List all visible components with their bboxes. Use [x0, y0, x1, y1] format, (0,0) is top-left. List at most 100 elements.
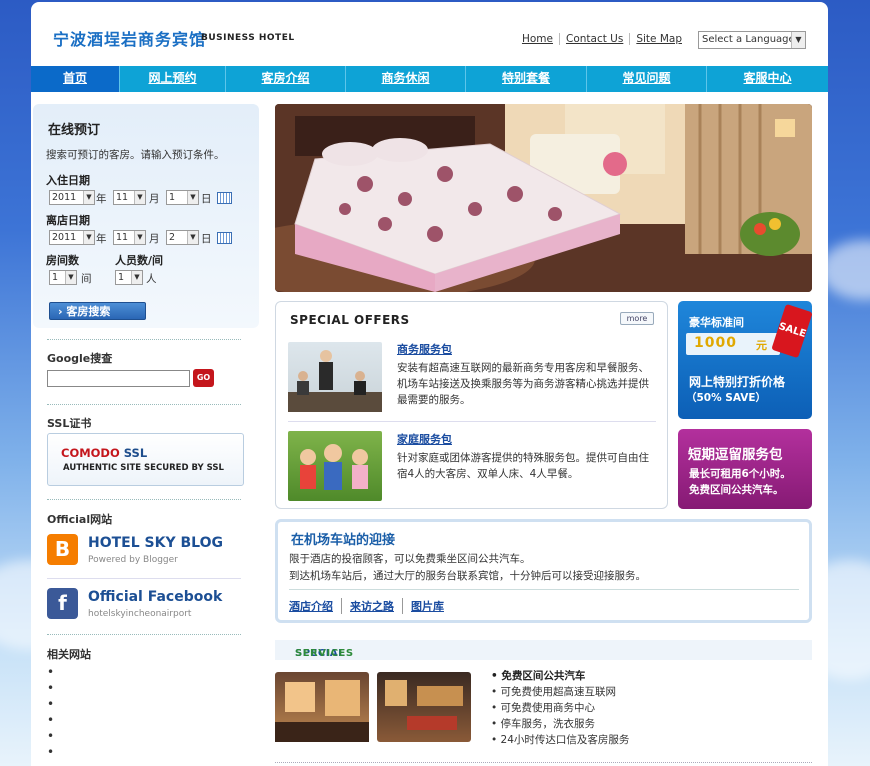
list-item[interactable]: •	[47, 680, 54, 696]
special-services-header: SPECIAL SERVICES	[275, 640, 812, 660]
related-list: • • • • • •	[47, 664, 54, 760]
nav-packages[interactable]: 特别套餐	[466, 66, 587, 92]
list-item: • 停车服务，洗衣服务	[491, 718, 596, 730]
gallery-link[interactable]: 图片库	[402, 598, 452, 614]
checkin-day-select[interactable]: 1 ▼	[166, 190, 199, 205]
related-title: 相关网站	[47, 648, 91, 661]
booking-title: 在线预订	[48, 123, 101, 138]
business-photo	[288, 342, 382, 412]
nav-business[interactable]: 商务休闲	[346, 66, 466, 92]
site-logo[interactable]: 宁波酒埕岩商务宾馆	[53, 26, 206, 50]
list-item: • 可免费使用超高速互联网	[491, 686, 617, 698]
google-go-button[interactable]: GO	[193, 369, 214, 387]
calendar-icon[interactable]	[217, 232, 232, 244]
directions-link[interactable]: 来访之路	[341, 598, 402, 614]
special-offers-panel: SPECIAL OFFERS more 商务服务包 安装有超高速互联网的最新商务…	[275, 301, 668, 509]
offer-text-business: 安装有超高速互联网的最新商务专用客房和早餐服务、机场车站接送及换乘服务等为商务游…	[397, 362, 649, 406]
left-sidebar: 在线预订 搜索可预订的客房。请输入预订条件。 入住日期 2011 ▼ 年 11 ▼ …	[31, 104, 259, 766]
short-stay-promo[interactable]: 短期逗留服务包 最长可租用6个小时。 免费区间公共汽车。	[678, 429, 812, 509]
offers-title: SPECIAL OFFERS	[290, 313, 410, 327]
offer-title-family[interactable]: 家庭服务包	[397, 431, 452, 447]
family-photo	[288, 431, 382, 501]
checkout-month-select[interactable]: 11 ▼	[113, 230, 146, 245]
checkout-label: 离店日期	[46, 214, 90, 227]
checkout-year-select[interactable]: 2011 ▼	[49, 230, 95, 245]
list-item: • 可免费使用商务中心	[491, 702, 596, 714]
blogger-icon: B	[47, 534, 78, 565]
chevron-down-icon: ▼	[65, 271, 76, 284]
divider	[275, 762, 812, 763]
list-item: • 24小时传达口信及客房服务	[491, 734, 630, 746]
nav-faq[interactable]: 常见问题	[587, 66, 707, 92]
airport-text: 限于酒店的投宿顾客，可以免费乘坐区间公共汽车。 到达机场车站后，通过大厅的服务台…	[289, 553, 646, 582]
checkin-label: 入住日期	[46, 174, 90, 187]
rooms-label: 房间数	[46, 254, 79, 267]
people-select[interactable]: 1 ▼	[115, 270, 143, 285]
offer-title-business[interactable]: 商务服务包	[397, 341, 452, 357]
home-link[interactable]: Home	[516, 33, 559, 45]
divider	[47, 578, 241, 579]
divider	[47, 499, 241, 500]
airport-links: 酒店介绍 来访之路 图片库	[289, 598, 452, 614]
chevron-down-icon: ▼	[134, 191, 145, 204]
deluxe-room-promo[interactable]: 豪华标准间 1000 元 SALE 网上特别打折价格 （50% SAVE）	[678, 301, 813, 419]
list-item[interactable]: •	[47, 712, 54, 728]
divider	[47, 634, 241, 635]
rooms-select[interactable]: 1 ▼	[49, 270, 77, 285]
checkin-year-select[interactable]: 2011 ▼	[49, 190, 95, 205]
nav-rooms[interactable]: 客房介绍	[226, 66, 346, 92]
sale-tag-icon: SALE	[771, 303, 813, 359]
divider	[47, 404, 241, 405]
lobby-photo	[275, 672, 369, 742]
main-nav: 首页 网上预约 客房介绍 商务休闲 特别套餐 常见问题 客服中心	[31, 66, 828, 92]
chevron-down-icon: ▼	[134, 231, 145, 244]
official-title: Official网站	[47, 513, 113, 526]
offer-text-family: 针对家庭或团体游客提供的特殊服务包。提供可自由住宿4人的大客房、双单人床、4人早…	[397, 452, 649, 480]
list-item[interactable]: •	[47, 696, 54, 712]
booking-panel: 在线预订 搜索可预订的客房。请输入预订条件。 入住日期 2011 ▼ 年 11 ▼ …	[33, 104, 259, 328]
hero-room-photo	[275, 104, 812, 292]
blog-link[interactable]: B HOTEL SKY BLOG Powered by Blogger	[47, 534, 244, 572]
checkout-day-select[interactable]: 2 ▼	[166, 230, 199, 245]
sitemap-link[interactable]: Site Map	[629, 33, 688, 45]
nav-service[interactable]: 客服中心	[707, 66, 828, 92]
ssl-title: SSL证书	[47, 417, 92, 430]
divider	[288, 421, 656, 422]
airport-pickup-panel: 在机场车站的迎接 限于酒店的投宿顾客，可以免费乘坐区间公共汽车。 到达机场车站后…	[275, 519, 812, 623]
list-item[interactable]: •	[47, 664, 54, 680]
chevron-down-icon: ▼	[83, 231, 94, 244]
contact-link[interactable]: Contact Us	[558, 33, 629, 45]
people-label: 人员数/间	[115, 254, 164, 267]
more-button[interactable]: more	[620, 312, 654, 325]
hotel-intro-link[interactable]: 酒店介绍	[289, 598, 341, 614]
chevron-down-icon: ▼	[791, 32, 805, 48]
logo-subtitle: BUSINESS HOTEL	[201, 33, 295, 43]
divider	[289, 589, 799, 590]
checkin-month-select[interactable]: 11 ▼	[113, 190, 146, 205]
top-links: Home Contact Us Site Map	[516, 33, 688, 45]
airport-title: 在机场车站的迎接	[291, 533, 396, 548]
list-item: • 免费区间公共汽车	[491, 670, 586, 682]
google-search-input[interactable]	[47, 370, 190, 387]
chevron-down-icon: ▼	[83, 191, 94, 204]
services-list: • 免费区间公共汽车 • 可免费使用超高速互联网 • 可免费使用商务中心 • 停…	[491, 668, 629, 748]
chevron-down-icon: ▼	[187, 231, 198, 244]
chevron-down-icon: ▼	[131, 271, 142, 284]
business-center-photo	[377, 672, 471, 742]
list-item[interactable]: •	[47, 744, 54, 760]
language-select[interactable]: Select a Language ▼	[698, 31, 806, 49]
divider	[47, 339, 241, 340]
google-title: Google搜查	[47, 352, 113, 365]
nav-home[interactable]: 首页	[31, 66, 120, 92]
facebook-link[interactable]: f Official Facebook hotelskyincheonairpo…	[47, 588, 244, 626]
price: 1000	[694, 335, 737, 351]
booking-desc: 搜索可预订的客房。请输入预订条件。	[46, 149, 225, 161]
page-container: 宁波酒埕岩商务宾馆 BUSINESS HOTEL Home Contact Us…	[31, 2, 828, 766]
list-item[interactable]: •	[47, 728, 54, 744]
room-search-button[interactable]: › 客房搜索	[49, 302, 146, 320]
facebook-icon: f	[47, 588, 78, 619]
nav-reservation[interactable]: 网上预约	[120, 66, 226, 92]
chevron-down-icon: ▼	[187, 191, 198, 204]
ssl-badge[interactable]: COMODO SSL AUTHENTIC SITE SECURED BY SSL	[47, 433, 244, 486]
calendar-icon[interactable]	[217, 192, 232, 204]
